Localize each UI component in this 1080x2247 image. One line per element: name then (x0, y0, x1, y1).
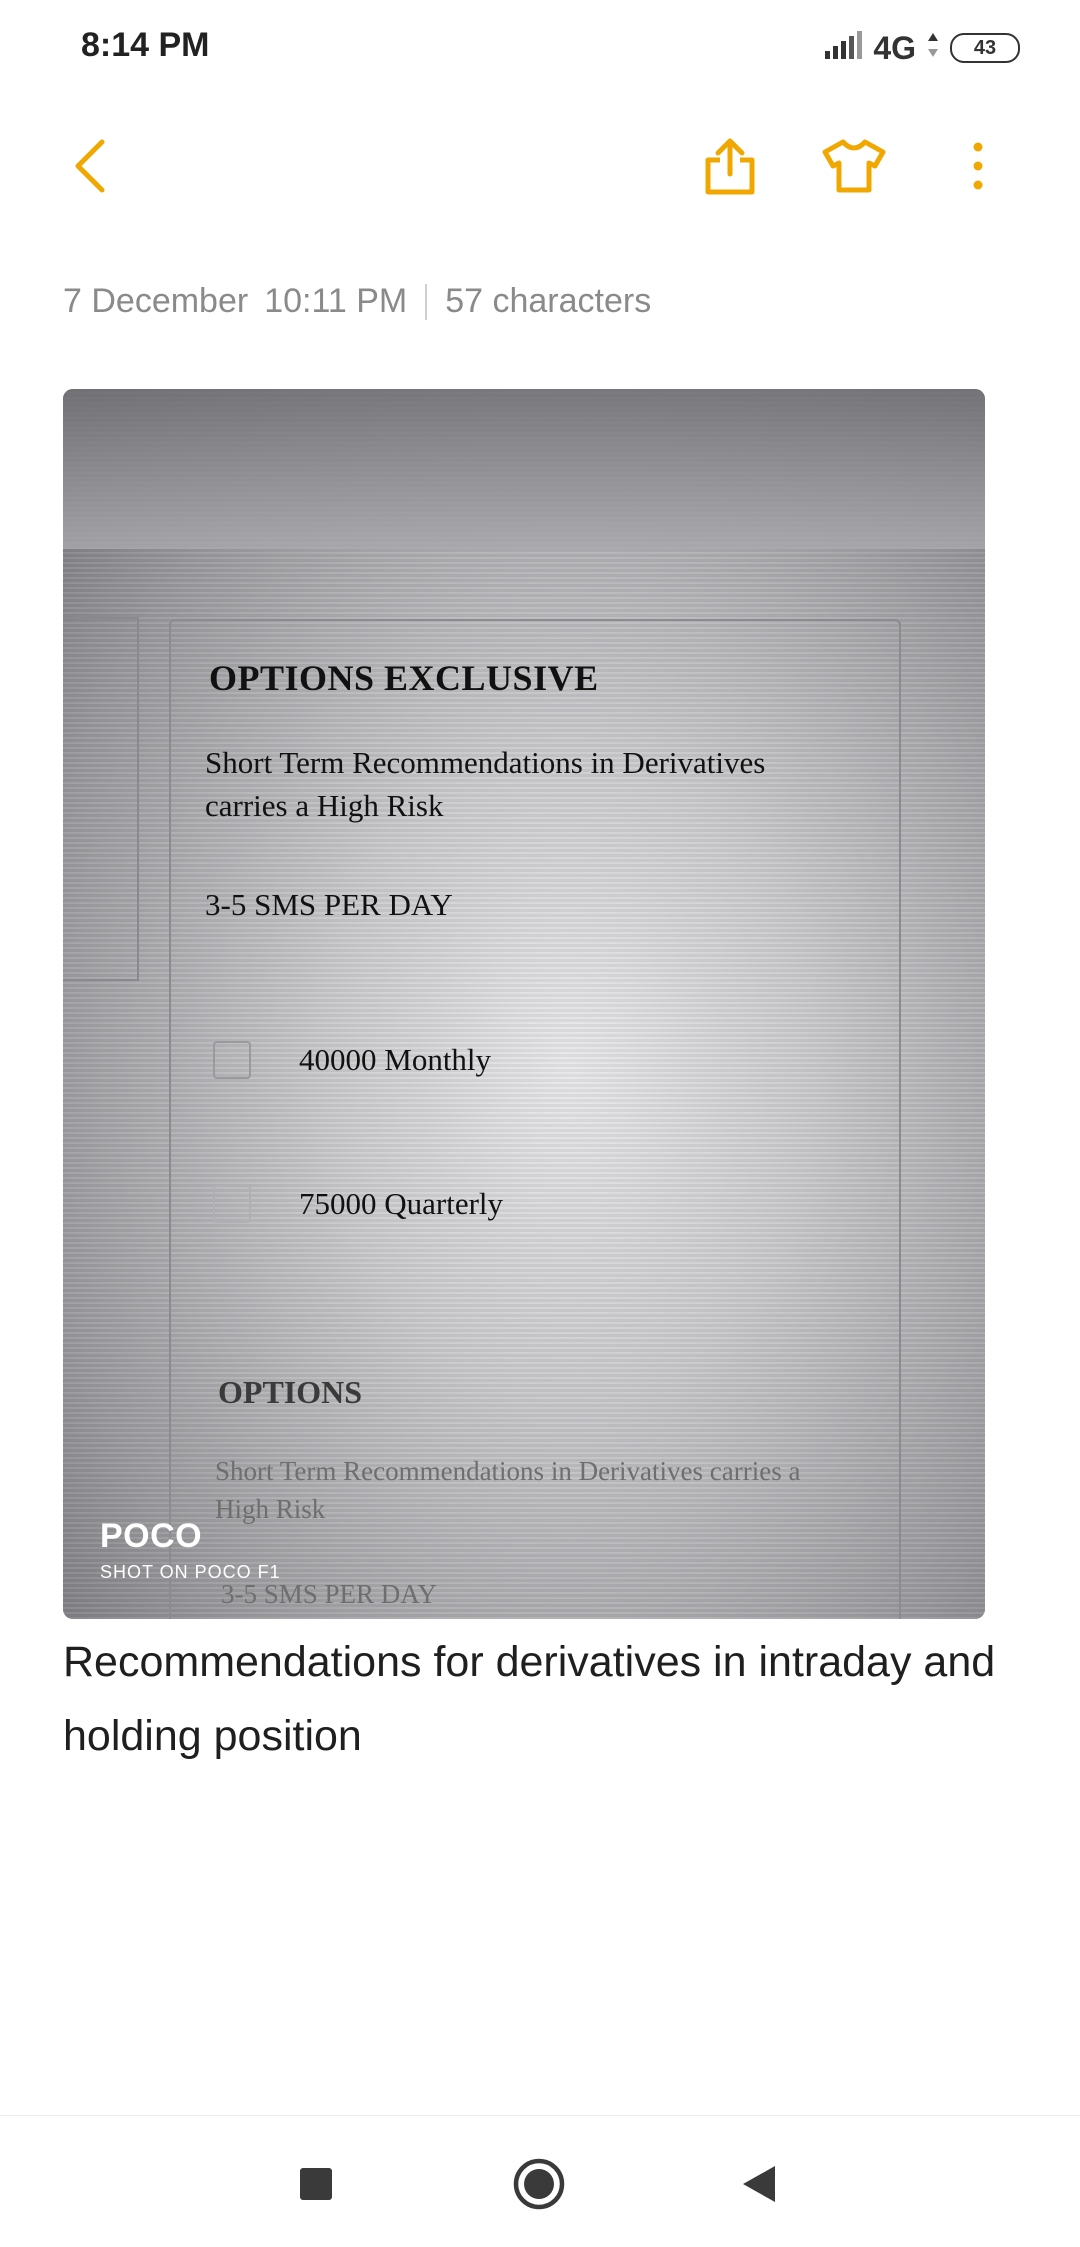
signal-icon (823, 30, 863, 66)
watermark-brand: POCO (100, 1517, 203, 1555)
back-button[interactable] (50, 128, 130, 208)
more-options-button[interactable] (938, 128, 1018, 208)
note-image[interactable]: OPTIONS EXCLUSIVE Short Term Recommendat… (63, 389, 985, 1619)
back-nav-button[interactable] (729, 2156, 789, 2216)
photo-card2-description: Short Term Recommendations in Derivative… (215, 1456, 801, 1524)
status-icons: 4G 43 (823, 28, 1020, 68)
share-button[interactable] (690, 128, 770, 208)
note-time: 10:11 PM (264, 282, 408, 320)
note-meta: 7 December 10:11 PM 57 characters (63, 282, 651, 321)
status-time: 8:14 PM (81, 26, 210, 64)
photo-top-band (63, 389, 985, 549)
triangle-back-icon (741, 2164, 777, 2209)
checkbox-icon (213, 1041, 251, 1079)
note-date: 7 December (63, 282, 249, 320)
note-char-count: 57 characters (445, 282, 652, 320)
photo-card2-title: OPTIONS (218, 1374, 363, 1410)
data-arrows-icon (926, 31, 940, 66)
square-icon (298, 2166, 334, 2207)
note-body-text[interactable]: Recommendations for derivatives in intra… (63, 1625, 1003, 1773)
watermark-subtitle: SHOT ON POCO F1 (100, 1562, 281, 1582)
photo-card-description: Short Term Recommendations in Derivative… (205, 745, 766, 823)
photo-card-title: OPTIONS EXCLUSIVE (209, 658, 599, 698)
network-type: 4G (873, 29, 916, 66)
tshirt-icon (821, 138, 887, 199)
home-button[interactable] (509, 2156, 569, 2216)
photo-option-label: 75000 Quarterly (299, 1186, 504, 1221)
meta-divider (425, 283, 428, 320)
share-icon (702, 136, 758, 201)
circle-icon (512, 2157, 566, 2216)
photo-card-sms: 3-5 SMS PER DAY (205, 887, 453, 922)
photo-option-label: 40000 Monthly (299, 1042, 492, 1077)
theme-button[interactable] (814, 128, 894, 208)
photo-option-row: 75000 Quarterly (213, 1185, 503, 1223)
system-nav-bar (0, 2115, 1080, 2247)
chevron-left-icon (70, 138, 110, 199)
photo-card2-sms: 3-5 SMS PER DAY (221, 1579, 437, 1609)
photo-left-panel (63, 617, 139, 981)
status-bar: 8:14 PM 4G 43 (0, 0, 1080, 96)
recents-button[interactable] (286, 2156, 346, 2216)
photo-option-row: 40000 Monthly (213, 1041, 491, 1079)
more-vertical-icon (972, 141, 984, 196)
camera-watermark: POCO SHOT ON POCO F1 (100, 1517, 281, 1583)
checkbox-icon (213, 1185, 251, 1223)
battery-indicator: 43 (950, 33, 1020, 63)
